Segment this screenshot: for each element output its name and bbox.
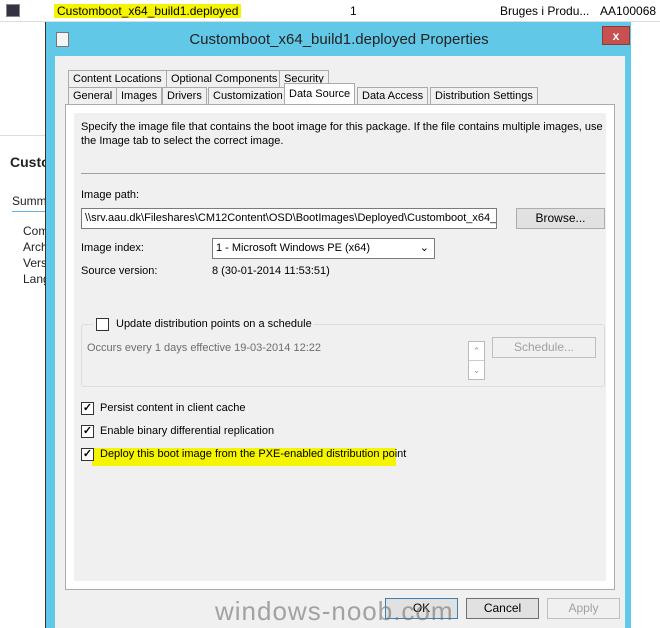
chevron-down-icon: ⌄ (419, 242, 429, 254)
browse-button[interactable]: Browse... (516, 208, 605, 229)
image-index-value: 1 - Microsoft Windows PE (x64) (216, 242, 371, 254)
close-button[interactable]: x (602, 26, 630, 45)
row-location: Bruges i Produ... (500, 4, 590, 18)
cancel-button[interactable]: Cancel (466, 598, 539, 619)
pxe-deploy-label: Deploy this boot image from the PXE-enab… (100, 448, 407, 460)
schedule-checkbox-row[interactable]: Update distribution points on a schedule (93, 317, 313, 333)
tab-data-source[interactable]: Data Source (284, 83, 356, 104)
pane-tab-summary[interactable]: Summ (12, 194, 47, 212)
persist-cache-checkbox[interactable]: ✓ (81, 402, 94, 415)
description-text: Specify the image file that contains the… (81, 121, 603, 147)
source-version-label: Source version: (81, 265, 158, 277)
tab-distribution-settings[interactable]: Distribution Settings (430, 87, 538, 105)
schedule-text: Occurs every 1 days effective 19-03-2014… (87, 342, 321, 354)
image-path-label: Image path: (81, 189, 140, 201)
row-name: Customboot_x64_build1.deployed (54, 4, 242, 18)
image-path-input[interactable]: \\srv.aau.dk\Fileshares\CM12Content\OSD\… (81, 208, 497, 229)
tab-customization[interactable]: Customization (208, 87, 288, 105)
pane-field: Vers (23, 256, 48, 270)
background-pane: Custo Summ Com Arch Vers Lang (0, 22, 50, 628)
row-count: 1 (350, 4, 357, 18)
binary-replication-label: Enable binary differential replication (100, 425, 275, 437)
persist-cache-label: Persist content in client cache (100, 402, 246, 414)
tab-data-access[interactable]: Data Access (357, 87, 429, 105)
chevron-down-icon[interactable]: ⌄ (469, 361, 484, 379)
tab-content-locations[interactable]: Content Locations (68, 70, 167, 88)
schedule-checkbox[interactable] (96, 318, 109, 331)
schedule-button[interactable]: Schedule... (492, 337, 596, 358)
list-row[interactable]: Customboot_x64_build1.deployed 1 Bruges … (0, 0, 660, 22)
source-version-value: 8 (30-01-2014 11:53:51) (212, 265, 330, 277)
pane-title: Custo (10, 154, 50, 170)
pxe-deploy-checkbox[interactable]: ✓ (81, 448, 94, 461)
schedule-spinner[interactable]: ⌃ ⌄ (468, 341, 485, 380)
tab-drivers[interactable]: Drivers (162, 87, 207, 105)
pane-field: Arch (23, 240, 48, 254)
apply-button[interactable]: Apply (547, 598, 620, 619)
boot-image-icon (6, 4, 20, 17)
tab-optional-components[interactable]: Optional Components (166, 70, 283, 88)
watermark: windows-noob.com (215, 596, 454, 626)
binary-replication-checkbox[interactable]: ✓ (81, 425, 94, 438)
chevron-up-icon[interactable]: ⌃ (469, 342, 484, 361)
tab-general[interactable]: General (68, 87, 118, 105)
separator (81, 173, 605, 174)
dialog-title: Customboot_x64_build1.deployed Propertie… (189, 31, 489, 48)
image-index-label: Image index: (81, 242, 144, 254)
tab-images[interactable]: Images (116, 87, 163, 105)
image-index-select[interactable]: 1 - Microsoft Windows PE (x64) ⌄ (212, 238, 435, 259)
row-id: AA100068 (600, 4, 657, 18)
schedule-checkbox-label: Update distribution points on a schedule (116, 318, 312, 330)
